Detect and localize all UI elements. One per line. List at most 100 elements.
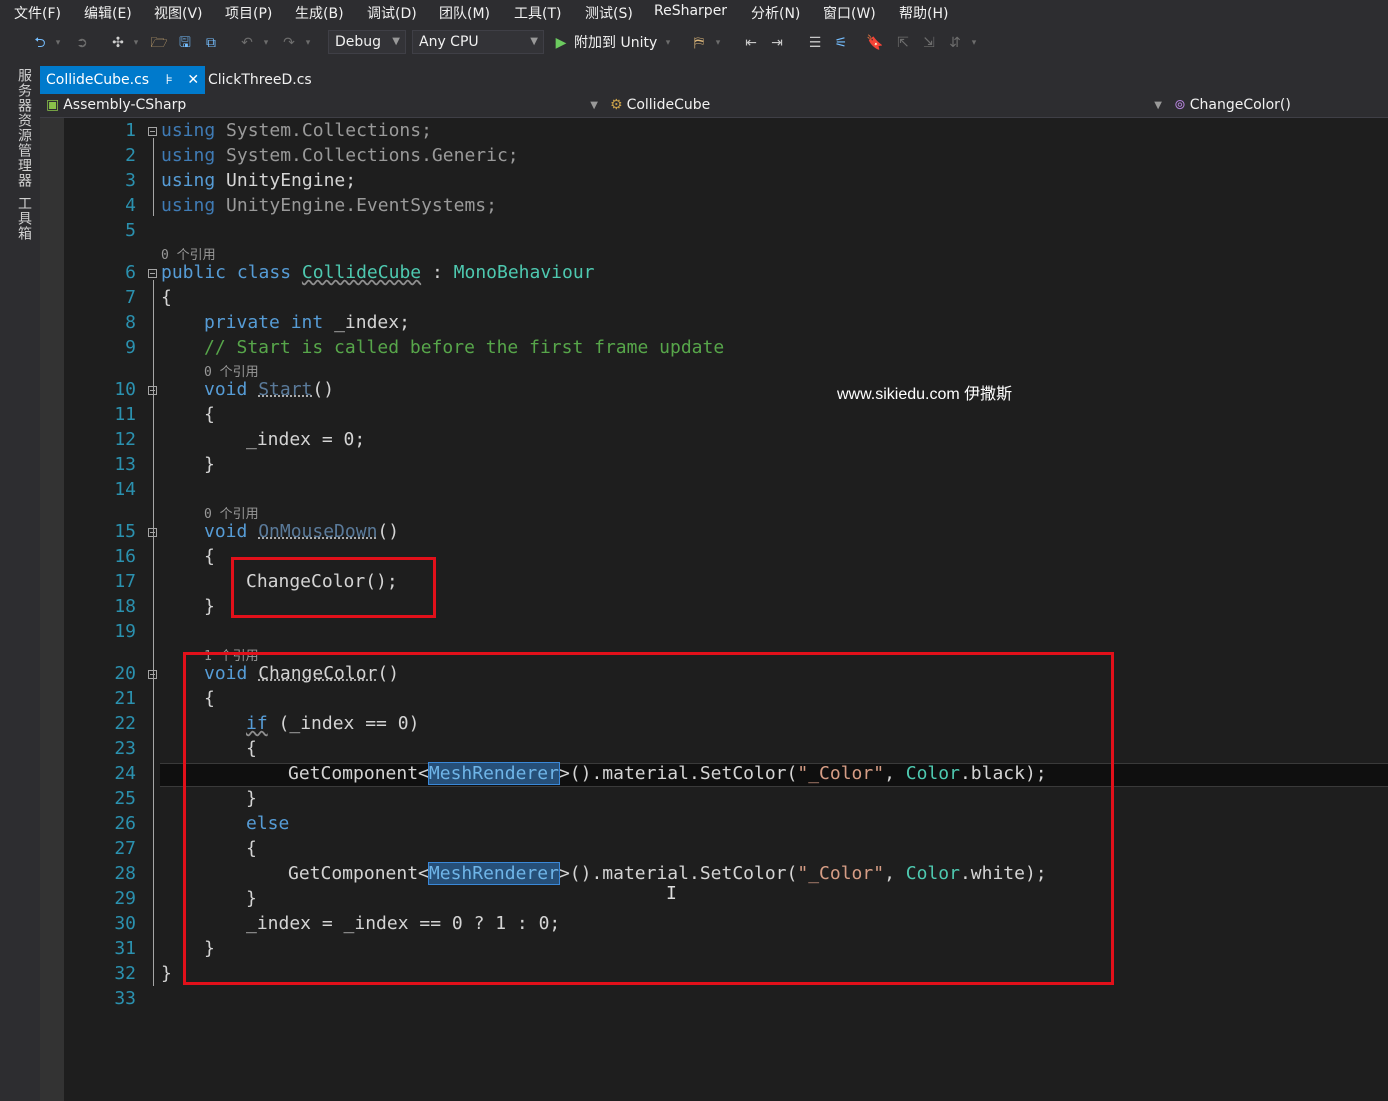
line-number: 21 — [114, 688, 136, 709]
codelens-references[interactable]: 0 个引用 — [161, 244, 216, 263]
line-number: 13 — [114, 454, 136, 475]
punctuation: : — [421, 262, 454, 283]
keyword: public — [161, 262, 227, 283]
new-dropdown-icon[interactable]: ▾ — [130, 32, 142, 54]
fold-toggle[interactable] — [148, 670, 157, 679]
line-number: 12 — [114, 429, 136, 450]
code-line: using System.Collections.Generic; — [161, 145, 519, 166]
line-number: 16 — [114, 546, 136, 567]
undo-dropdown-icon[interactable]: ▾ — [260, 32, 272, 54]
project-name: Assembly-CSharp — [63, 97, 187, 113]
member-dropdown[interactable]: ⊚ ChangeColor() — [1174, 94, 1388, 117]
code-line: } — [204, 596, 215, 617]
line-number: 6 — [125, 262, 136, 283]
project-icon: ▣ — [46, 97, 60, 113]
new-project-icon[interactable]: ✣ — [108, 32, 128, 54]
fold-toggle[interactable] — [148, 386, 157, 395]
keyword: using — [161, 195, 216, 216]
play-icon[interactable]: ▶ — [552, 32, 570, 54]
code-line: { — [161, 287, 172, 308]
fold-toggle[interactable] — [148, 269, 157, 278]
method-name: Start — [258, 379, 313, 400]
menu-team[interactable]: 团队(M) — [439, 3, 490, 23]
codelens-references[interactable]: 0 个引用 — [204, 361, 259, 380]
menu-file[interactable]: 文件(F) — [14, 3, 61, 23]
menu-debug[interactable]: 调试(D) — [367, 3, 417, 23]
line-number: 23 — [114, 738, 136, 759]
overflow-icon[interactable]: ▾ — [712, 32, 724, 54]
pin-icon[interactable]: ⊧ — [166, 72, 173, 88]
prev-bookmark-icon[interactable]: ⇱ — [892, 32, 914, 54]
server-explorer-tab[interactable]: 服务器资源管理器 — [14, 68, 34, 188]
keyword: private — [204, 312, 280, 333]
menu-analyze[interactable]: 分析(N) — [751, 3, 800, 23]
line-number: 1 — [125, 120, 136, 141]
step-into-icon[interactable]: ⇤ — [740, 32, 762, 54]
codelens-references[interactable]: 0 个引用 — [204, 503, 259, 522]
line-number: 26 — [114, 813, 136, 834]
next-bookmark-icon[interactable]: ⇲ — [918, 32, 940, 54]
tab-label: ClickThreeD.cs — [208, 72, 312, 88]
line-number: 8 — [125, 312, 136, 333]
fold-toggle[interactable] — [148, 127, 157, 136]
punctuation: () — [312, 379, 335, 400]
menu-window[interactable]: 窗口(W) — [823, 3, 876, 23]
toolbar-options-icon[interactable]: ▾ — [968, 32, 980, 54]
toolbox-tab[interactable]: 工具箱 — [14, 196, 34, 241]
code-line: { — [204, 546, 215, 567]
redo-icon[interactable]: ↷ — [278, 32, 300, 54]
attach-dropdown-icon[interactable]: ▾ — [662, 32, 674, 54]
code-line: } — [161, 963, 172, 984]
line-number: 11 — [114, 404, 136, 425]
line-number: 18 — [114, 596, 136, 617]
menu-build[interactable]: 生成(B) — [295, 3, 344, 23]
indent-icon[interactable]: ☰ — [804, 32, 826, 54]
project-dropdown[interactable]: ▣ Assembly-CSharp ▼ — [46, 94, 602, 117]
configuration-value: Debug — [335, 34, 382, 50]
class-icon: ⚙ — [610, 97, 623, 113]
annotation-box-changecolor-method — [183, 652, 1114, 985]
class-name: CollideCube — [301, 262, 422, 283]
annotation-box-changecolor-call — [231, 557, 436, 618]
chevron-down-icon: ▼ — [590, 100, 598, 111]
comment-icon[interactable]: ⚟ — [830, 32, 852, 54]
menu-project[interactable]: 项目(P) — [225, 3, 272, 23]
menu-resharper[interactable]: ReSharper — [654, 3, 727, 19]
redo-dropdown-icon[interactable]: ▾ — [302, 32, 314, 54]
base-type: MonoBehaviour — [453, 262, 595, 283]
class-dropdown[interactable]: ⚙ CollideCube ▼ — [610, 94, 1166, 117]
menu-tools[interactable]: 工具(T) — [514, 3, 561, 23]
code-line: _index = 0; — [246, 429, 366, 450]
tab-collidecube[interactable]: CollideCube.cs ⊧ ✕ — [40, 66, 206, 94]
clear-bookmarks-icon[interactable]: ⇵ — [944, 32, 966, 54]
tab-clickthreed[interactable]: ClickThreeD.cs — [202, 66, 318, 94]
code-line: private int _index; — [204, 312, 410, 333]
bookmark-icon[interactable]: 🔖 — [864, 32, 886, 54]
save-icon[interactable]: 🖫 — [174, 32, 196, 54]
class-name: CollideCube — [626, 97, 711, 113]
menu-help[interactable]: 帮助(H) — [899, 3, 948, 23]
open-folder-icon[interactable]: 🗁 — [148, 32, 170, 54]
menu-view[interactable]: 视图(V) — [154, 3, 203, 23]
line-number: 19 — [114, 621, 136, 642]
line-number: 28 — [114, 863, 136, 884]
close-icon[interactable]: ✕ — [187, 72, 199, 88]
line-number: 2 — [125, 145, 136, 166]
menu-test[interactable]: 测试(S) — [585, 3, 633, 23]
menu-bar: 文件(F) 编辑(E) 视图(V) 项目(P) 生成(B) 调试(D) 团队(M… — [0, 0, 1388, 24]
step-over-icon[interactable]: ⇥ — [766, 32, 788, 54]
identifier: _index; — [334, 312, 410, 333]
attach-unity-button[interactable]: 附加到 Unity — [574, 32, 664, 54]
line-number: 22 — [114, 713, 136, 734]
platform-select[interactable]: Any CPU ▼ — [412, 30, 544, 54]
undo-icon[interactable]: ↶ — [236, 32, 258, 54]
back-dropdown-icon[interactable]: ▾ — [52, 32, 64, 54]
browse-icon[interactable]: ⛿ — [688, 32, 710, 54]
line-number: 25 — [114, 788, 136, 809]
back-icon[interactable]: ⮌ — [30, 32, 50, 54]
menu-edit[interactable]: 编辑(E) — [84, 3, 132, 23]
configuration-select[interactable]: Debug ▼ — [328, 30, 406, 54]
fold-toggle[interactable] — [148, 528, 157, 537]
save-all-icon[interactable]: ⧉ — [200, 32, 222, 54]
forward-icon[interactable]: ➲ — [72, 32, 92, 54]
